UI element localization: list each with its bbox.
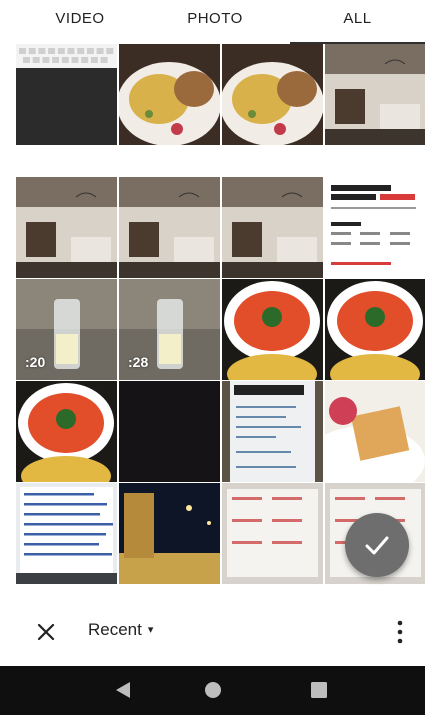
album-dropdown[interactable]: Recent ▾ xyxy=(88,620,153,640)
photo-thumbnail[interactable] xyxy=(16,177,117,278)
tab-video[interactable]: VIDEO xyxy=(20,0,140,44)
video-duration: :28 xyxy=(128,354,149,370)
close-icon xyxy=(37,623,55,641)
more-vert-icon xyxy=(397,620,403,644)
nav-back-button[interactable] xyxy=(112,679,134,706)
nav-home-button[interactable] xyxy=(202,679,224,706)
confirm-selection-button[interactable] xyxy=(345,513,409,577)
close-button[interactable] xyxy=(30,616,62,648)
more-options-button[interactable] xyxy=(388,614,412,650)
photo-thumbnail[interactable] xyxy=(222,381,323,482)
video-thumbnail[interactable]: :20 xyxy=(16,279,117,380)
photo-thumbnail[interactable] xyxy=(325,381,425,482)
album-label: Recent xyxy=(88,620,142,639)
photo-thumbnail[interactable] xyxy=(222,279,323,380)
media-type-tabs: VIDEO PHOTO ALL xyxy=(0,0,425,45)
recents-icon xyxy=(311,682,327,698)
media-grid: :20 :28 xyxy=(0,44,425,596)
photo-thumbnail[interactable] xyxy=(325,177,425,278)
photo-thumbnail[interactable] xyxy=(16,483,117,584)
photo-thumbnail[interactable] xyxy=(222,177,323,278)
photo-thumbnail[interactable] xyxy=(222,44,323,145)
home-icon xyxy=(205,682,221,698)
photo-thumbnail[interactable] xyxy=(222,483,323,584)
chevron-down-icon: ▾ xyxy=(147,624,154,636)
video-duration: :20 xyxy=(25,354,46,370)
photo-thumbnail[interactable] xyxy=(325,44,425,145)
system-nav-bar xyxy=(0,666,425,715)
photo-thumbnail[interactable] xyxy=(119,44,220,145)
back-icon xyxy=(116,682,130,698)
tab-photo[interactable]: PHOTO xyxy=(150,0,280,44)
photo-thumbnail[interactable] xyxy=(119,381,220,482)
bottom-bar: Recent ▾ xyxy=(0,596,425,666)
photo-thumbnail[interactable] xyxy=(16,44,117,145)
video-thumbnail[interactable]: :28 xyxy=(119,279,220,380)
photo-thumbnail[interactable] xyxy=(119,483,220,584)
check-icon xyxy=(365,536,389,555)
tab-all[interactable]: ALL xyxy=(290,0,425,44)
nav-recents-button[interactable] xyxy=(308,679,330,706)
photo-thumbnail[interactable] xyxy=(325,279,425,380)
photo-thumbnail[interactable] xyxy=(16,381,117,482)
photo-thumbnail[interactable] xyxy=(119,177,220,278)
